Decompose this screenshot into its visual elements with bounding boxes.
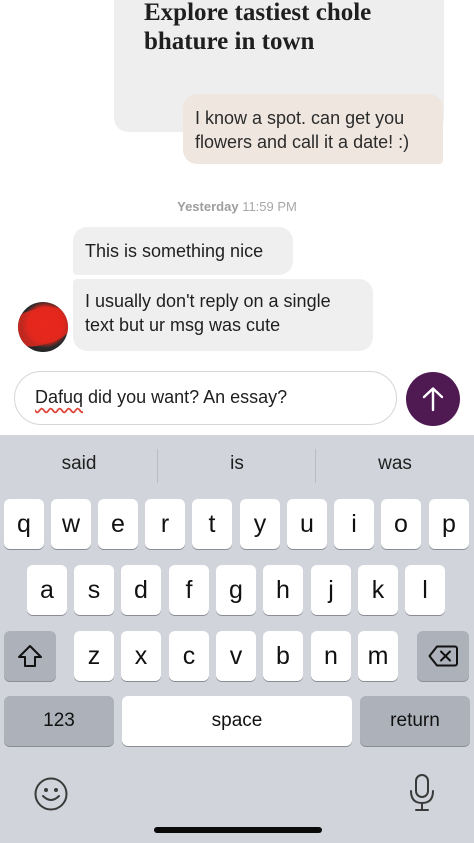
key-l[interactable]: l <box>405 565 445 615</box>
backspace-icon <box>428 645 458 667</box>
arrow-up-icon <box>422 387 444 412</box>
suggestion-item[interactable]: said <box>0 453 158 475</box>
numbers-key[interactable]: 123 <box>4 696 114 746</box>
message-timestamp: Yesterday 11:59 PM <box>0 199 474 214</box>
keyboard: said is was q w e r t y u i o p a s d f … <box>0 435 474 843</box>
delete-key[interactable] <box>417 631 469 681</box>
timestamp-time: 11:59 PM <box>242 199 297 214</box>
key-v[interactable]: v <box>216 631 256 681</box>
key-r[interactable]: r <box>145 499 185 549</box>
key-m[interactable]: m <box>358 631 398 681</box>
key-i[interactable]: i <box>334 499 374 549</box>
key-q[interactable]: q <box>4 499 44 549</box>
key-b[interactable]: b <box>263 631 303 681</box>
emoji-icon[interactable] <box>33 776 69 812</box>
key-j[interactable]: j <box>311 565 351 615</box>
misspelled-word: Dafuq <box>35 387 84 407</box>
home-indicator <box>154 827 322 833</box>
shift-key[interactable] <box>4 631 56 681</box>
key-w[interactable]: w <box>51 499 91 549</box>
microphone-icon[interactable] <box>408 773 436 813</box>
key-d[interactable]: d <box>121 565 161 615</box>
key-a[interactable]: a <box>27 565 67 615</box>
key-k[interactable]: k <box>358 565 398 615</box>
key-s[interactable]: s <box>74 565 114 615</box>
key-c[interactable]: c <box>169 631 209 681</box>
avatar-redaction-scribble <box>18 302 68 352</box>
chat-area: Explore tastiest chole bhature in town I… <box>0 0 474 435</box>
key-g[interactable]: g <box>216 565 256 615</box>
key-o[interactable]: o <box>381 499 421 549</box>
suggestion-item[interactable]: is <box>158 453 316 475</box>
prompt-text: Explore tastiest chole bhature in town <box>144 0 372 55</box>
key-z[interactable]: z <box>74 631 114 681</box>
send-button[interactable] <box>406 372 460 426</box>
suggestion-item[interactable]: was <box>316 453 474 475</box>
timestamp-day: Yesterday <box>177 199 239 214</box>
key-x[interactable]: x <box>121 631 161 681</box>
shift-icon <box>18 645 42 667</box>
avatar[interactable] <box>18 302 68 352</box>
incoming-message-bubble: I usually don't reply on a single text b… <box>73 279 373 351</box>
suggestion-bar: said is was <box>0 435 474 497</box>
message-input-text: did you want? An essay? <box>83 387 288 407</box>
space-key[interactable]: space <box>122 696 352 746</box>
return-key[interactable]: return <box>360 696 470 746</box>
message-input[interactable]: Dafuq did you want? An essay? <box>14 371 397 425</box>
key-p[interactable]: p <box>429 499 469 549</box>
key-t[interactable]: t <box>192 499 232 549</box>
key-u[interactable]: u <box>287 499 327 549</box>
key-f[interactable]: f <box>169 565 209 615</box>
key-h[interactable]: h <box>263 565 303 615</box>
key-n[interactable]: n <box>311 631 351 681</box>
outgoing-message-bubble: I know a spot. can get you flowers and c… <box>183 94 443 164</box>
key-e[interactable]: e <box>98 499 138 549</box>
incoming-message-bubble: This is something nice <box>73 227 293 275</box>
key-y[interactable]: y <box>240 499 280 549</box>
